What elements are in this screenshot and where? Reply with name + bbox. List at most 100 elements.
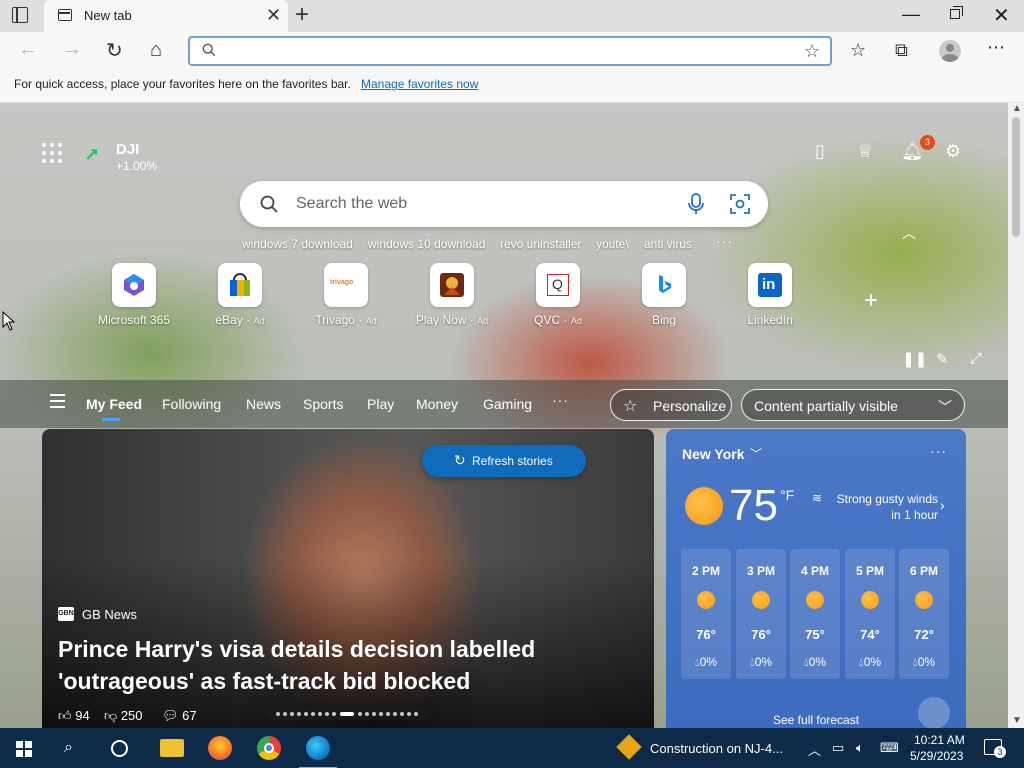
network-icon[interactable]: ▭: [832, 740, 844, 756]
tab-news[interactable]: News: [246, 396, 281, 412]
page-settings-gear-icon[interactable]: ⚙: [945, 141, 961, 162]
home-button[interactable]: ⌂: [150, 39, 162, 62]
carousel-dot[interactable]: [407, 712, 411, 716]
keyboard-icon[interactable]: ⌨: [880, 740, 899, 756]
more-trending-icon[interactable]: ···: [716, 233, 733, 249]
more-tabs-icon[interactable]: ···: [552, 392, 569, 408]
weather-city[interactable]: New York: [682, 446, 745, 462]
chrome-icon[interactable]: [257, 736, 281, 760]
clock-time[interactable]: 10:21 AM: [914, 733, 965, 747]
add-site-icon[interactable]: +: [864, 287, 878, 315]
close-tab-icon[interactable]: ✕: [266, 6, 281, 24]
restore-button[interactable]: [950, 6, 963, 19]
add-favorite-icon[interactable]: ☆: [804, 41, 820, 62]
back-button[interactable]: ←: [18, 38, 38, 61]
collections-icon[interactable]: ⧉: [895, 40, 908, 61]
content-visibility-dropdown[interactable]: Content partially visible ﹀: [741, 389, 965, 421]
dislike-button[interactable]: 👎︎ 250: [104, 708, 143, 724]
carousel-dot[interactable]: [386, 712, 390, 716]
carousel-dot[interactable]: [358, 712, 362, 716]
carousel-dot[interactable]: [365, 712, 369, 716]
carousel-dot[interactable]: [297, 712, 301, 716]
source-name[interactable]: GB News: [82, 607, 137, 622]
minimize-button[interactable]: —: [902, 4, 920, 25]
trending-search[interactable]: revo uninstaller: [500, 237, 581, 251]
refresh-button[interactable]: ↻: [106, 38, 123, 63]
trending-search[interactable]: windows 7 download: [242, 237, 353, 251]
weather-badge-icon[interactable]: [918, 697, 950, 728]
quick-link-bing[interactable]: Bing: [614, 263, 714, 327]
tab-my-feed[interactable]: My Feed: [86, 396, 142, 412]
tab-following[interactable]: Following: [162, 396, 221, 412]
show-hidden-icons-icon[interactable]: ︿: [808, 740, 821, 759]
close-window-button[interactable]: ✕: [993, 3, 1010, 28]
hourly-forecast[interactable]: 5 PM 74° 💧︎0%: [845, 549, 895, 679]
web-search-box[interactable]: Search the web: [240, 181, 768, 227]
hourly-forecast[interactable]: 3 PM 76° 💧︎0%: [736, 549, 786, 679]
carousel-dot[interactable]: [400, 712, 404, 716]
address-bar[interactable]: ☆: [188, 36, 832, 66]
carousel-dot[interactable]: [311, 712, 315, 716]
tab-gaming[interactable]: Gaming: [483, 396, 532, 412]
carousel-dot[interactable]: [414, 712, 418, 716]
tab-actions-icon[interactable]: [12, 7, 28, 23]
carousel-dot[interactable]: [318, 712, 322, 716]
firefox-icon[interactable]: [208, 736, 232, 760]
profile-avatar[interactable]: [939, 40, 961, 62]
microphone-icon[interactable]: [686, 193, 706, 215]
windows-start-icon[interactable]: [16, 741, 32, 757]
refresh-stories-button[interactable]: ↻ Refresh stories: [422, 445, 586, 477]
forward-button[interactable]: →: [62, 38, 82, 61]
trending-search[interactable]: windows 10 download: [368, 237, 485, 251]
news-ticker[interactable]: Construction on NJ-4...: [650, 741, 783, 756]
carousel-dot[interactable]: [276, 712, 280, 716]
hourly-forecast[interactable]: 2 PM 76° 💧︎0%: [681, 549, 731, 679]
carousel-dot[interactable]: [290, 712, 294, 716]
chevron-right-icon[interactable]: ›: [940, 497, 945, 513]
hamburger-menu-icon[interactable]: [50, 394, 65, 408]
new-tab-button[interactable]: +: [295, 3, 309, 27]
weather-card[interactable]: New York ﹀ ··· 75 °F ≋ Strong gusty wind…: [666, 429, 966, 728]
quick-link-trivago[interactable]: trivago Trivago · Ad: [296, 263, 396, 327]
manage-favorites-link[interactable]: Manage favorites now: [361, 77, 478, 91]
edge-icon[interactable]: [299, 736, 337, 768]
carousel-dot[interactable]: [304, 712, 308, 716]
tab-sports[interactable]: Sports: [303, 396, 343, 412]
tab-play[interactable]: Play: [367, 396, 394, 412]
carousel-dot[interactable]: [393, 712, 397, 716]
task-view-icon[interactable]: [111, 740, 128, 757]
carousel-dot-active[interactable]: [340, 712, 354, 716]
edit-background-icon[interactable]: ✎: [936, 350, 949, 368]
quick-link-ebay[interactable]: eBay · Ad: [190, 263, 290, 327]
hourly-forecast[interactable]: 4 PM 75° 💧︎0%: [790, 549, 840, 679]
quick-link-play-now[interactable]: Play Now · Ad: [402, 263, 502, 327]
tab-new-tab[interactable]: New tab ✕: [44, 0, 288, 32]
favorites-icon[interactable]: ☆: [850, 40, 866, 61]
quick-link-microsoft-365[interactable]: Microsoft 365: [84, 263, 184, 327]
trending-search[interactable]: anti virus: [644, 237, 692, 251]
app-launcher-icon[interactable]: [42, 143, 62, 163]
chevron-up-icon[interactable]: ︿: [902, 223, 916, 243]
hourly-forecast[interactable]: 6 PM 72° 💧︎0%: [899, 549, 949, 679]
clock-date[interactable]: 5/29/2023: [910, 749, 963, 763]
carousel-dot[interactable]: [372, 712, 376, 716]
mobile-icon[interactable]: ▯: [815, 141, 825, 162]
scroll-down-icon[interactable]: ▼: [1012, 715, 1022, 726]
file-explorer-icon[interactable]: [160, 739, 184, 757]
page-scrollbar[interactable]: ▲ ▼: [1008, 103, 1024, 728]
headline[interactable]: Prince Harry's visa details decision lab…: [58, 633, 618, 697]
carousel-dot[interactable]: [332, 712, 336, 716]
chevron-down-icon[interactable]: ﹀: [750, 445, 762, 462]
temperature-unit[interactable]: °F: [780, 487, 794, 503]
rewards-icon[interactable]: ♕: [857, 141, 873, 162]
stock-symbol[interactable]: DJI: [116, 141, 139, 158]
like-button[interactable]: 👍︎ 94: [58, 708, 90, 724]
visual-search-icon[interactable]: [730, 194, 750, 214]
hero-news-card[interactable]: ↻ Refresh stories GBN GB News Prince Har…: [42, 429, 654, 728]
scrollbar-thumb[interactable]: [1012, 117, 1020, 237]
settings-more-icon[interactable]: ⋯: [987, 37, 1005, 58]
see-full-forecast-link[interactable]: See full forecast: [773, 713, 859, 727]
weather-more-icon[interactable]: ···: [930, 443, 947, 459]
quick-link-qvc[interactable]: Q QVC · Ad: [508, 263, 608, 327]
weather-alert[interactable]: Strong gusty winds in 1 hour: [832, 491, 938, 523]
